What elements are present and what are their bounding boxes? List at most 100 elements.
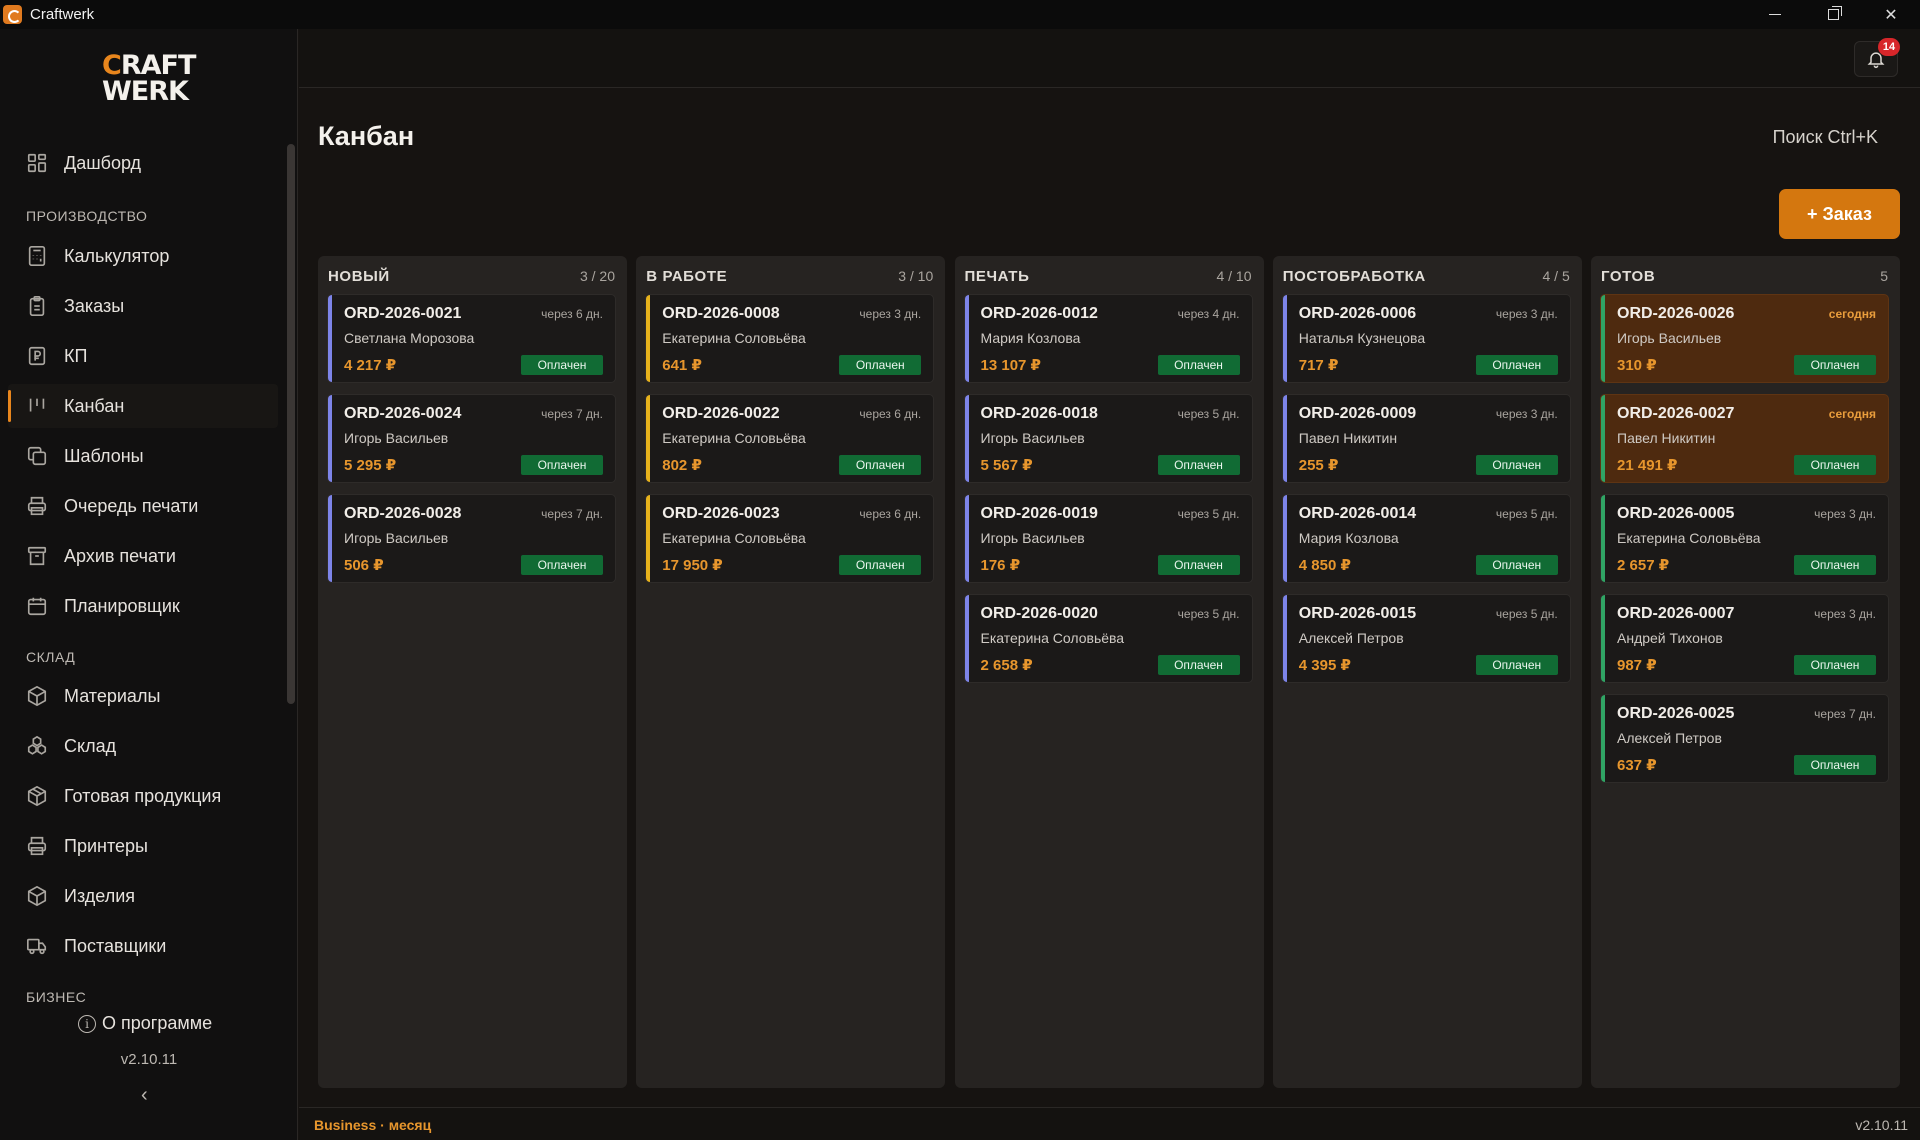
order-card[interactable]: ORD-2026-0025 через 7 дн. Алексей Петров 63… — [1600, 694, 1889, 783]
order-card[interactable]: ORD-2026-0028 через 7 дн. Игорь Васильев 50… — [327, 494, 616, 583]
archive-icon — [25, 544, 49, 568]
order-price: 717 ₽ — [1298, 357, 1339, 374]
kanban-column: НОВЫЙ 3 / 20 ORD-2026-0021 через 6 дн. Светл… — [318, 256, 627, 1088]
craftwerk-logo[interactable]: CRAFT WERK — [102, 52, 198, 109]
close-button[interactable]: ✕ — [1862, 0, 1920, 29]
sidebar-item-finished-goods[interactable]: Готовая продукция — [8, 774, 278, 818]
order-id: ORD-2026-0014 — [1298, 505, 1417, 522]
column-title: ГОТОВ — [1601, 267, 1656, 285]
order-card[interactable]: ORD-2026-0005 через 3 дн. Екатерина Соловь… — [1600, 494, 1889, 583]
sidebar-item-kp[interactable]: КП — [8, 334, 278, 378]
sidebar-item-dashboard[interactable]: Дашборд — [8, 141, 278, 185]
order-due: сегодня — [1828, 307, 1876, 321]
section-label-warehouse: СКЛАД — [26, 649, 76, 665]
status-badge: Оплачен — [1475, 655, 1558, 675]
order-card[interactable]: ORD-2026-0014 через 5 дн. Мария Козлова 4 8… — [1281, 494, 1571, 583]
order-client: Павел Никитин — [1298, 430, 1398, 446]
order-card[interactable]: ORD-2026-0023 через 6 дн. Екатерина Соловь… — [645, 494, 935, 583]
status-badge: Оплачен — [839, 455, 922, 475]
status-bar: Business · месяц v2.10.11 — [299, 1107, 1920, 1140]
app-logo-icon — [3, 5, 22, 24]
order-card[interactable]: ORD-2026-0012 через 4 дн. Мария Козлова 13 … — [963, 294, 1253, 383]
kanban-column: В РАБОТЕ 3 / 10 ORD-2026-0008 через 3 дн. Ек… — [636, 256, 946, 1088]
clipboard-icon — [25, 294, 49, 318]
order-card[interactable]: ORD-2026-0006 через 3 дн. Наталья Кузнецов… — [1281, 294, 1571, 383]
order-client: Екатерина Соловьёва — [662, 530, 806, 546]
status-badge: Оплачен — [1475, 555, 1558, 575]
status-badge: Оплачен — [839, 355, 922, 375]
order-card[interactable]: ORD-2026-0027 сегодня Павел Никитин 21 491 … — [1600, 394, 1889, 483]
status-badge: Оплачен — [1157, 655, 1240, 675]
order-price: 2 658 ₽ — [980, 657, 1033, 674]
order-card[interactable]: ORD-2026-0008 через 3 дн. Екатерина Соловь… — [645, 294, 935, 383]
about-link[interactable]: i О программе — [78, 1013, 212, 1034]
order-id: ORD-2026-0005 — [1617, 505, 1735, 522]
sidebar-item-orders[interactable]: Заказы — [8, 284, 278, 328]
section-label-production: ПРОИЗВОДСТВО — [26, 208, 148, 224]
minimize-icon — [1769, 14, 1781, 15]
restore-icon — [1827, 6, 1842, 20]
order-client: Алексей Петров — [1617, 730, 1722, 746]
collapse-sidebar-button[interactable]: ‹ — [141, 1084, 148, 1107]
sidebar-item-products[interactable]: Изделия — [8, 874, 278, 918]
order-card[interactable]: ORD-2026-0021 через 6 дн. Светлана Морозов… — [327, 294, 616, 383]
status-badge: Оплачен — [1794, 655, 1876, 675]
order-client: Мария Козлова — [980, 330, 1081, 346]
sidebar-scrollbar[interactable] — [287, 144, 295, 704]
kanban-board: НОВЫЙ 3 / 20 ORD-2026-0021 через 6 дн. Светл… — [318, 256, 1900, 1088]
sidebar-item-printers[interactable]: Принтеры — [8, 824, 278, 868]
order-card[interactable]: ORD-2026-0015 через 5 дн. Алексей Петров 4 … — [1281, 594, 1571, 683]
status-badge: Оплачен — [839, 555, 922, 575]
printer-icon — [25, 494, 49, 518]
notifications-button[interactable]: 14 — [1854, 38, 1900, 77]
sidebar-item-print-archive[interactable]: Архив печати — [8, 534, 278, 578]
boxes-icon — [25, 734, 49, 758]
order-client: Игорь Васильев — [980, 430, 1085, 446]
order-card[interactable]: ORD-2026-0026 сегодня Игорь Васильев 310 ₽ О… — [1600, 294, 1889, 383]
kanban-column: ПОСТОБРАБОТКА 4 / 5 ORD-2026-0006 через 3 д… — [1272, 256, 1582, 1088]
order-price: 21 491 ₽ — [1617, 457, 1678, 474]
calendar-icon — [25, 594, 49, 618]
column-header: В РАБОТЕ 3 / 10 — [636, 256, 945, 296]
sidebar-item-suppliers[interactable]: Поставщики — [8, 924, 278, 968]
order-due: через 7 дн. — [1814, 707, 1876, 721]
sidebar-item-kanban[interactable]: Канбан — [8, 384, 278, 428]
order-card[interactable]: ORD-2026-0019 через 5 дн. Игорь Васильев 17… — [963, 494, 1253, 583]
restore-button[interactable] — [1804, 0, 1862, 29]
copy-icon — [25, 444, 49, 468]
order-due: через 7 дн. — [541, 507, 603, 521]
sidebar-item-calculator[interactable]: Калькулятор — [8, 234, 278, 278]
order-price: 802 ₽ — [662, 457, 702, 474]
order-id: ORD-2026-0026 — [1617, 305, 1735, 322]
order-client: Игорь Васильев — [344, 430, 449, 446]
column-title: ПОСТОБРАБОТКА — [1282, 267, 1426, 285]
column-count: 5 — [1880, 268, 1888, 284]
order-price: 2 657 ₽ — [1617, 557, 1670, 574]
order-card[interactable]: ORD-2026-0020 через 5 дн. Екатерина Соловь… — [963, 594, 1253, 683]
sidebar: CRAFT WERK Дашборд ПРОИЗВОДСТВО Калькуля… — [0, 29, 298, 1140]
order-card[interactable]: ORD-2026-0007 через 3 дн. Андрей Тихонов 98… — [1600, 594, 1889, 683]
order-card[interactable]: ORD-2026-0018 через 5 дн. Игорь Васильев 5 … — [963, 394, 1253, 483]
status-badge: Оплачен — [1794, 555, 1876, 575]
sidebar-item-templates[interactable]: Шаблоны — [8, 434, 278, 478]
dashboard-icon — [25, 151, 49, 175]
order-client: Игорь Васильев — [344, 530, 449, 546]
sidebar-item-warehouse[interactable]: Склад — [8, 724, 278, 768]
plan-label[interactable]: Business · месяц — [314, 1117, 431, 1133]
order-card[interactable]: ORD-2026-0022 через 6 дн. Екатерина Соловь… — [645, 394, 935, 483]
order-card[interactable]: ORD-2026-0009 через 3 дн. Павел Никитин 255… — [1281, 394, 1571, 483]
column-count: 3 / 10 — [898, 268, 934, 284]
sidebar-item-materials[interactable]: Материалы — [8, 674, 278, 718]
order-price: 5 567 ₽ — [980, 457, 1033, 474]
add-order-button[interactable]: + Заказ — [1779, 189, 1900, 239]
search-shortcut[interactable]: Поиск Ctrl+K — [1773, 127, 1878, 148]
order-due: через 5 дн. — [1495, 607, 1558, 621]
sidebar-item-planner[interactable]: Планировщик — [8, 584, 278, 628]
sidebar-version: v2.10.11 — [120, 1051, 178, 1068]
minimize-button[interactable] — [1746, 0, 1804, 29]
order-client: Светлана Морозова — [344, 330, 475, 346]
footer-version: v2.10.11 — [1855, 1117, 1908, 1133]
order-card[interactable]: ORD-2026-0024 через 7 дн. Игорь Васильев 5 … — [327, 394, 616, 483]
sidebar-item-print-queue[interactable]: Очередь печати — [8, 484, 278, 528]
window-controls: ✕ — [1746, 0, 1920, 29]
